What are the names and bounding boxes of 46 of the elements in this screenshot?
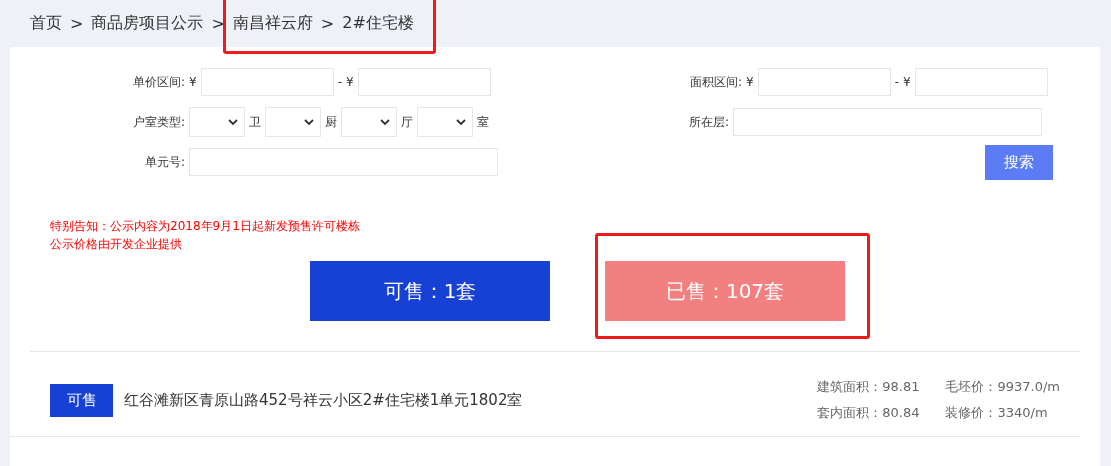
unit-label: 室 bbox=[477, 113, 489, 131]
field-label: 户室类型: bbox=[131, 113, 185, 131]
detail-text: 套内面积：80.84 bbox=[817, 404, 920, 422]
unit-label: 厨 bbox=[325, 113, 337, 131]
chevron-down-icon bbox=[380, 118, 390, 126]
status-badge: 可售 bbox=[50, 383, 113, 417]
notice-text: 公示价格由开发企业提供 bbox=[50, 236, 183, 253]
detail-text: 毛坯价：9937.0/m bbox=[945, 378, 1060, 396]
unit-label: 卫 bbox=[249, 113, 261, 131]
chevron-down-icon bbox=[456, 118, 466, 126]
search-button[interactable]: 搜索 bbox=[985, 144, 1053, 180]
breadcrumb-link[interactable]: 商品房项目公示 bbox=[91, 13, 204, 34]
input-field[interactable] bbox=[757, 68, 891, 96]
currency-symbol: ¥ bbox=[189, 75, 197, 89]
breadcrumb-separator: > bbox=[70, 14, 84, 33]
chevron-down-icon bbox=[304, 118, 314, 126]
breadcrumb-link[interactable]: 首页 bbox=[30, 13, 62, 34]
select-field[interactable] bbox=[189, 107, 245, 137]
input-field[interactable] bbox=[914, 68, 1048, 96]
input-field[interactable] bbox=[733, 108, 1042, 136]
breadcrumb-link[interactable]: 南昌祥云府 bbox=[232, 13, 313, 34]
unit-label: 厅 bbox=[401, 113, 413, 131]
breadcrumb-link[interactable]: 2#住宅楼 bbox=[342, 13, 414, 34]
range-dash: - bbox=[894, 75, 899, 89]
detail-text: 装修价：3340/m bbox=[945, 404, 1048, 422]
breadcrumb-separator: > bbox=[320, 14, 335, 33]
range-dash: - bbox=[337, 75, 342, 89]
field-label: 单价区间: bbox=[131, 73, 185, 91]
input-field[interactable] bbox=[357, 68, 491, 96]
detail-text: 建筑面积：98.81 bbox=[817, 378, 920, 396]
address-text[interactable]: 红谷滩新区青原山路452号祥云小区2#住宅楼1单元1802室 bbox=[124, 390, 523, 410]
sale-count-button[interactable]: 可售：1套 bbox=[310, 261, 550, 321]
select-field[interactable] bbox=[341, 107, 397, 137]
field-label: 所在层: bbox=[687, 113, 729, 131]
select-field[interactable] bbox=[265, 107, 321, 137]
field-label: 面积区间: bbox=[688, 73, 742, 91]
chevron-down-icon bbox=[228, 118, 238, 126]
input-field[interactable] bbox=[200, 68, 334, 96]
breadcrumb-separator: > bbox=[211, 14, 225, 33]
currency-symbol: ¥ bbox=[746, 75, 754, 89]
currency-symbol: ¥ bbox=[903, 75, 911, 89]
field-label: 单元号: bbox=[143, 153, 185, 171]
notice-text: 特别告知：公示内容为2018年9月1日起新发预售许可楼栋 bbox=[50, 218, 361, 235]
currency-symbol: ¥ bbox=[346, 75, 354, 89]
input-field[interactable] bbox=[189, 148, 498, 176]
select-field[interactable] bbox=[417, 107, 473, 137]
